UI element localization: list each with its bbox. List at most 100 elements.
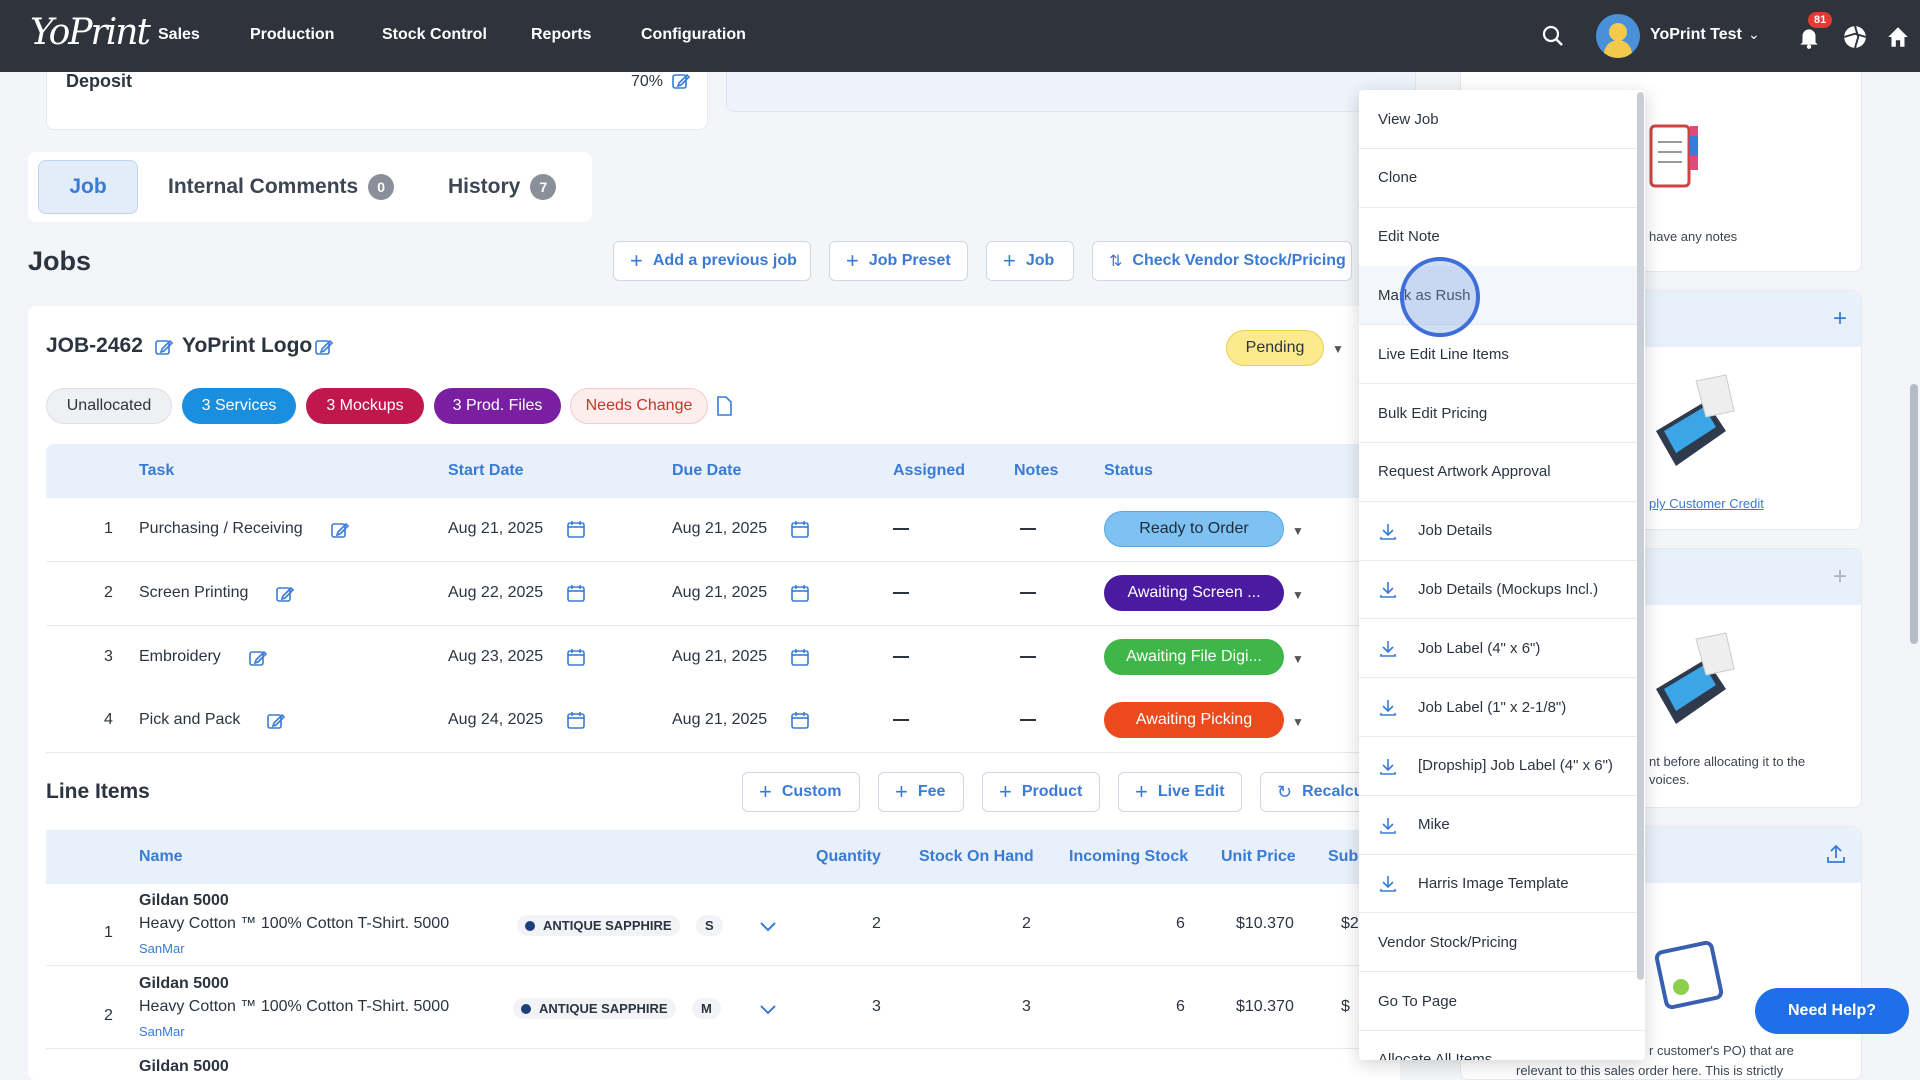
pill-needs-change[interactable]: Needs Change [570,388,708,424]
menu-item-vendor-stock-pricing[interactable]: Vendor Stock/Pricing [1359,913,1645,973]
nav-reports[interactable]: Reports [531,26,591,44]
stock-on-hand: 2 [1022,915,1031,932]
vendor-link[interactable]: SanMar [139,1024,185,1039]
chevron-down-icon[interactable]: ▼ [1332,342,1344,356]
edit-icon[interactable] [275,584,295,604]
menu-item-harris-image-template[interactable]: Harris Image Template [1359,854,1645,914]
yoprint-logo[interactable]: YoPrint [30,12,151,58]
menu-item-job-label-1-x-2-1-8[interactable]: Job Label (1" x 2-1/8") [1359,678,1645,737]
menu-item-clone[interactable]: Clone [1359,149,1645,208]
task-status-badge[interactable]: Awaiting Picking [1104,702,1284,738]
add-product-button[interactable]: + Product [982,772,1100,812]
menu-item-live-edit-line-items[interactable]: Live Edit Line Items [1359,325,1645,385]
home-icon[interactable] [1885,24,1911,50]
tab-internal-comments[interactable]: Internal Comments 0 [168,160,395,214]
task-start-date[interactable]: Aug 22, 2025 [448,584,543,602]
chevron-down-icon[interactable]: ▼ [1292,524,1304,538]
calendar-icon[interactable] [790,583,810,603]
menu-scrollbar[interactable] [1637,92,1644,980]
plus-icon[interactable]: + [1833,305,1847,333]
menu-item-job-details[interactable]: Job Details [1359,502,1645,561]
menu-item-job-details-mockups-incl[interactable]: Job Details (Mockups Incl.) [1359,560,1645,620]
menu-item-allocate-all-items[interactable]: Allocate All Items [1359,1031,1645,1060]
nav-production[interactable]: Production [250,26,334,44]
search-icon[interactable] [1541,24,1565,48]
live-edit-button[interactable]: + Live Edit [1118,772,1242,812]
pill-mockups[interactable]: 3 Mockups [306,388,424,424]
product-name: Gildan 5000 [139,1058,229,1075]
avatar[interactable] [1596,14,1640,58]
calendar-icon[interactable] [566,519,586,539]
plus-icon[interactable]: + [1833,563,1847,591]
task-status-badge[interactable]: Awaiting Screen ... [1104,575,1284,611]
menu-item-dropship-job-label-4-x-6[interactable]: [Dropship] Job Label (4" x 6") [1359,737,1645,796]
edit-icon[interactable] [314,337,334,357]
calendar-icon[interactable] [566,710,586,730]
menu-item-go-to-page[interactable]: Go To Page [1359,972,1645,1031]
edit-icon[interactable] [330,520,350,540]
task-start-date[interactable]: Aug 23, 2025 [448,648,543,666]
assigned-empty[interactable] [893,656,909,658]
task-due-date[interactable]: Aug 21, 2025 [672,584,767,602]
chevron-down-icon[interactable]: ▼ [1292,588,1304,602]
task-start-date[interactable]: Aug 21, 2025 [448,520,543,538]
nav-configuration[interactable]: Configuration [641,26,746,44]
menu-item-mike[interactable]: Mike [1359,796,1645,855]
user-name[interactable]: YoPrint Test [1650,26,1742,44]
task-status-badge[interactable]: Awaiting File Digi... [1104,639,1284,675]
chevron-down-icon[interactable] [750,991,786,1027]
calendar-icon[interactable] [566,583,586,603]
chevron-down-icon[interactable] [750,908,786,944]
add-fee-button[interactable]: + Fee [878,772,964,812]
assigned-empty[interactable] [893,719,909,721]
assigned-empty[interactable] [893,592,909,594]
add-previous-job-button[interactable]: + Add a previous job [613,241,811,281]
menu-item-view-job[interactable]: View Job [1359,90,1645,149]
nav-stock-control[interactable]: Stock Control [382,26,487,44]
edit-icon[interactable] [266,711,286,731]
menu-item-job-label-4-x-6[interactable]: Job Label (4" x 6") [1359,619,1645,679]
tab-history[interactable]: History 7 [448,160,557,214]
menu-item-edit-note[interactable]: Edit Note [1359,208,1645,267]
calendar-icon[interactable] [790,710,810,730]
calendar-icon[interactable] [566,647,586,667]
task-due-date[interactable]: Aug 21, 2025 [672,711,767,729]
menu-item-request-artwork-approval[interactable]: Request Artwork Approval [1359,443,1645,502]
upload-icon[interactable] [1825,843,1847,865]
pill-unallocated[interactable]: Unallocated [46,388,172,424]
nav-sales[interactable]: Sales [158,26,200,44]
chevron-down-icon[interactable]: ⌄ [1748,26,1760,43]
recalculate-button[interactable]: ↻ Recalcu [1260,772,1370,812]
add-custom-button[interactable]: + Custom [742,772,860,812]
job-preset-button[interactable]: + Job Preset [829,241,968,281]
vendor-link[interactable]: SanMar [139,941,185,956]
need-help-button[interactable]: Need Help? [1755,988,1909,1034]
notes-empty[interactable] [1020,528,1036,530]
task-start-date[interactable]: Aug 24, 2025 [448,711,543,729]
assigned-empty[interactable] [893,528,909,530]
pill-services[interactable]: 3 Services [182,388,296,424]
calendar-icon[interactable] [790,519,810,539]
chevron-down-icon[interactable]: ▼ [1292,652,1304,666]
document-icon[interactable] [715,396,733,416]
calendar-icon[interactable] [790,647,810,667]
pill-prod-files[interactable]: 3 Prod. Files [434,388,561,424]
notes-empty[interactable] [1020,592,1036,594]
add-job-button[interactable]: + Job [986,241,1074,281]
edit-icon[interactable] [248,648,268,668]
task-due-date[interactable]: Aug 21, 2025 [672,520,767,538]
notes-empty[interactable] [1020,656,1036,658]
menu-item-bulk-edit-pricing[interactable]: Bulk Edit Pricing [1359,384,1645,443]
job-status-badge[interactable]: Pending [1226,330,1324,366]
edit-icon[interactable] [154,337,174,357]
check-vendor-stock-button[interactable]: ⇅ Check Vendor Stock/Pricing [1092,241,1352,281]
edit-icon[interactable] [671,71,691,91]
aperture-icon[interactable] [1842,24,1868,50]
apply-credit-link[interactable]: ply Customer Credit [1649,496,1764,511]
notes-empty[interactable] [1020,719,1036,721]
task-status-badge[interactable]: Ready to Order [1104,511,1284,547]
tab-job[interactable]: Job [38,160,138,214]
chevron-down-icon[interactable]: ▼ [1292,715,1304,729]
page-scrollbar[interactable] [1910,384,1918,644]
task-due-date[interactable]: Aug 21, 2025 [672,648,767,666]
